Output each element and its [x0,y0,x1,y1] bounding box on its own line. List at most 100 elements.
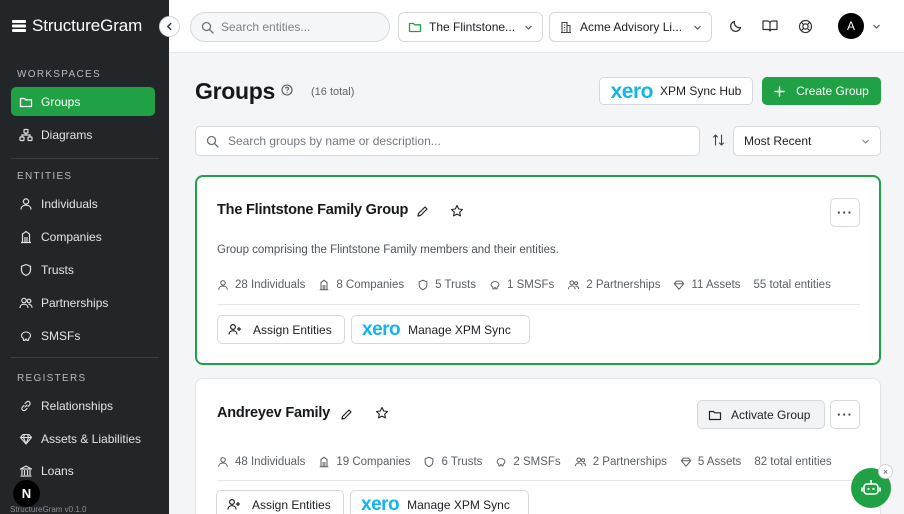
entity-search-input[interactable] [221,20,371,34]
stat-label: 8 Companies [336,279,405,291]
folder-icon [708,410,722,420]
entity-search[interactable] [190,12,390,42]
section-label-entities: ENTITIES [17,171,73,182]
group-search-input[interactable] [228,134,668,148]
sidebar-item-label: Loans [41,463,74,478]
sidebar-item-smsfs[interactable]: SMSFs [11,321,155,350]
sidebar-item-companies[interactable]: Companies [11,222,155,251]
chevron-left-icon [167,22,172,31]
sidebar-item-label: Partnerships [41,295,109,310]
stat-label: 5 Trusts [435,279,476,291]
users-icon [568,280,580,290]
manage-xpm-sync-button[interactable]: xero Manage XPM Sync [350,490,529,514]
account-chevron-down-icon[interactable] [872,22,881,31]
stat-label: 5 Assets [697,456,742,468]
xpm-sync-hub-button[interactable]: xero XPM Sync Hub [599,77,753,105]
group-name: Andreyev Family [217,405,331,421]
sidebar-item-relationships[interactable]: Relationships [11,391,155,420]
bot-icon [861,480,881,495]
shield-icon [418,279,428,291]
edit-group-button[interactable] [337,405,355,423]
sidebar-item-assets-liabilities[interactable]: Assets & Liabilities [11,424,155,453]
help-icon[interactable] [281,84,293,96]
group-card[interactable]: The Flintstone Family Group ··· Group co… [195,175,881,365]
stat-label: 11 Assets [691,279,741,291]
group-selector-value: The Flintstone... [429,20,516,34]
sidebar-collapse-button[interactable] [159,16,180,37]
sidebar-divider [11,158,159,159]
chat-close-button[interactable]: × [878,464,893,479]
star-icon [450,204,464,217]
activate-group-label: Activate Group [731,407,811,422]
stat-assets: 11 Assets [673,279,740,291]
folder-icon [19,97,33,107]
dev-badge[interactable]: N [13,480,40,507]
stat-smsfs: 1 SMSFs [489,279,554,291]
group-card[interactable]: Andreyev Family Activate Group ··· 48 In… [195,378,881,514]
create-group-button[interactable]: Create Group [762,77,881,105]
activate-group-button[interactable]: Activate Group [697,400,825,429]
more-options-button[interactable]: ··· [830,400,860,429]
book-open-icon [762,20,778,32]
top-bar: The Flintstone... Acme Advisory Li... A [169,0,904,53]
app-version: StructureGram v0.1.0 [10,505,87,514]
building-icon [561,21,571,34]
plus-icon [774,85,785,97]
stat-label: 2 Partnerships [592,456,667,468]
manage-xpm-sync-button[interactable]: xero Manage XPM Sync [351,315,530,344]
group-search[interactable] [195,126,700,156]
stat-individuals: 28 Individuals [217,279,305,291]
building-icon [320,456,329,468]
sort-direction-icon[interactable] [712,133,725,147]
assign-entities-button[interactable]: Assign Entities [216,490,344,514]
brand-name: StructureGram [32,16,143,35]
sidebar-item-diagrams[interactable]: Diagrams [11,120,155,149]
user-plus-icon [227,498,240,510]
bank-icon [19,464,33,477]
stat-partnerships: 2 Partnerships [574,456,667,468]
favorite-button[interactable] [448,202,466,220]
sidebar-item-label: SMSFs [41,328,81,343]
stat-label: 2 Partnerships [586,279,661,291]
user-icon [218,280,228,290]
manage-xpm-sync-label: Manage XPM Sync [407,497,510,512]
brand-logo[interactable]: StructureGram [11,14,142,38]
search-icon [201,21,214,34]
sidebar-item-individuals[interactable]: Individuals [11,189,155,218]
theme-toggle-button[interactable] [725,15,747,37]
firm-selector[interactable]: Acme Advisory Li... [549,12,712,42]
sidebar-item-partnerships[interactable]: Partnerships [11,288,155,317]
group-selector[interactable]: The Flintstone... [398,12,543,42]
card-divider [217,480,860,481]
stat-label: 6 Trusts [441,456,483,468]
stat-companies: 8 Companies [318,279,404,291]
xero-logo: xero [361,494,400,514]
group-count: (16 total) [311,86,355,98]
stat-label: 19 Companies [336,456,411,468]
piggy-bank-icon [490,281,500,290]
xpm-sync-hub-label: XPM Sync Hub [659,84,742,98]
favorite-button[interactable] [373,404,391,422]
stat-trusts: 6 Trusts [423,456,482,468]
link-icon [21,400,31,411]
assign-entities-label: Assign Entities [252,497,331,512]
users-icon [574,457,586,467]
more-options-button[interactable]: ··· [830,198,860,227]
sidebar-item-label: Trusts [41,262,74,277]
assign-entities-label: Assign Entities [253,322,332,337]
docs-button[interactable] [759,15,781,37]
sidebar-item-label: Relationships [41,398,114,413]
users-icon [19,297,33,308]
support-button[interactable] [794,15,816,37]
sitemap-icon [19,128,33,141]
sidebar-item-groups[interactable]: Groups [11,87,155,116]
chevron-down-icon [694,25,701,30]
sort-select[interactable]: Most Recent [733,126,881,156]
edit-group-button[interactable] [413,202,431,220]
sidebar-item-trusts[interactable]: Trusts [11,255,155,284]
piggy-bank-icon [20,330,32,341]
user-avatar[interactable]: A [838,13,864,39]
assign-entities-button[interactable]: Assign Entities [217,315,345,344]
sidebar-item-label: Groups [41,94,81,109]
shield-icon [20,263,32,276]
